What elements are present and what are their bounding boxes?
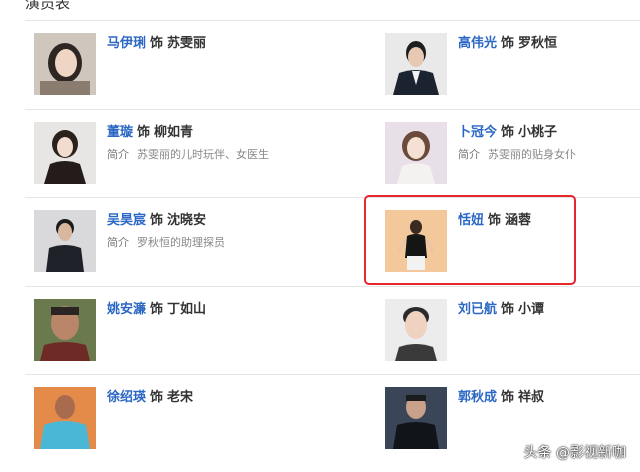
role-name: 丁如山	[167, 301, 207, 317]
role-separator: 饰	[150, 301, 164, 317]
watermark: 头条 @影视新咖	[523, 445, 626, 461]
role-separator: 饰	[501, 124, 515, 140]
role-name: 柳如青	[154, 124, 194, 140]
actor-photo[interactable]	[385, 33, 447, 95]
role-separator: 饰	[137, 124, 151, 140]
cast-item[interactable]: 董璇饰柳如青 简介 苏雯丽的儿时玩伴、女医生	[34, 121, 314, 186]
role-separator: 饰	[150, 390, 164, 405]
cast-item[interactable]: 马伊琍饰苏雯丽	[34, 33, 314, 97]
role-name: 苏雯丽	[167, 36, 207, 51]
role-separator: 饰	[501, 301, 515, 317]
actor-name-link[interactable]: 姚安濂	[107, 302, 146, 317]
intro-label: 简介	[107, 236, 129, 249]
intro-label: 简介	[458, 147, 480, 161]
role-name: 小谭	[518, 301, 545, 317]
role-name: 祥叔	[518, 390, 545, 405]
actor-name-link[interactable]: 卜冠今	[458, 125, 497, 140]
cast-row: 董璇饰柳如青 简介 苏雯丽的儿时玩伴、女医生 卜冠今饰小桃子 简介 苏雯丽的贴身女仆	[25, 110, 640, 198]
cast-item[interactable]: 徐绍瑛饰老宋	[34, 387, 314, 451]
role-separator: 饰	[150, 213, 164, 228]
intro-text: 苏雯丽的贴身女仆	[488, 147, 576, 161]
highlight-annotation	[364, 195, 576, 285]
role-separator: 饰	[501, 36, 515, 51]
cast-row: 马伊琍饰苏雯丽 高伟光饰罗秋恒	[25, 21, 640, 110]
actor-photo[interactable]	[385, 298, 447, 361]
role-name: 老宋	[167, 390, 194, 405]
actor-photo[interactable]	[34, 298, 96, 361]
actor-photo[interactable]	[34, 121, 96, 184]
cast-item[interactable]: 吴昊宸饰沈晓安 简介 罗秋恒的助理探员	[34, 210, 314, 274]
actor-photo[interactable]	[34, 387, 96, 449]
role-intro: 简介 苏雯丽的贴身女仆	[458, 146, 640, 162]
actor-photo[interactable]	[385, 121, 447, 184]
intro-label: 简介	[107, 147, 129, 161]
actor-name-link[interactable]: 徐绍瑛	[107, 390, 146, 405]
cast-item[interactable]: 姚安濂饰丁如山	[34, 298, 314, 363]
role-name: 沈晓安	[167, 213, 207, 228]
cast-item[interactable]: 卜冠今饰小桃子 简介 苏雯丽的贴身女仆	[385, 121, 640, 186]
cast-item[interactable]: 刘已航饰小谭	[385, 298, 640, 363]
actor-name-link[interactable]: 吴昊宸	[107, 213, 146, 228]
role-separator: 饰	[501, 390, 515, 405]
role-intro: 简介 苏雯丽的儿时玩伴、女医生	[107, 146, 307, 162]
role-intro: 简介 罗秋恒的助理探员	[107, 234, 307, 250]
actor-name-link[interactable]: 郭秋成	[458, 390, 497, 405]
actor-name-link[interactable]: 高伟光	[458, 36, 497, 51]
actor-photo[interactable]	[34, 210, 96, 272]
actor-name-link[interactable]: 马伊琍	[107, 36, 146, 51]
actor-photo[interactable]	[34, 33, 96, 95]
role-name: 小桃子	[518, 124, 558, 140]
intro-text: 苏雯丽的儿时玩伴、女医生	[137, 147, 269, 161]
cast-row: 姚安濂饰丁如山 刘已航饰小谭	[25, 287, 640, 375]
role-separator: 饰	[150, 36, 164, 51]
actor-photo[interactable]	[385, 387, 447, 449]
actor-name-link[interactable]: 刘已航	[458, 302, 497, 317]
role-name: 罗秋恒	[518, 36, 558, 51]
actor-name-link[interactable]: 董璇	[107, 125, 133, 140]
cast-item[interactable]: 高伟光饰罗秋恒	[385, 33, 640, 97]
intro-text: 罗秋恒的助理探员	[137, 236, 225, 249]
page-title: 演员表	[25, 0, 71, 12]
